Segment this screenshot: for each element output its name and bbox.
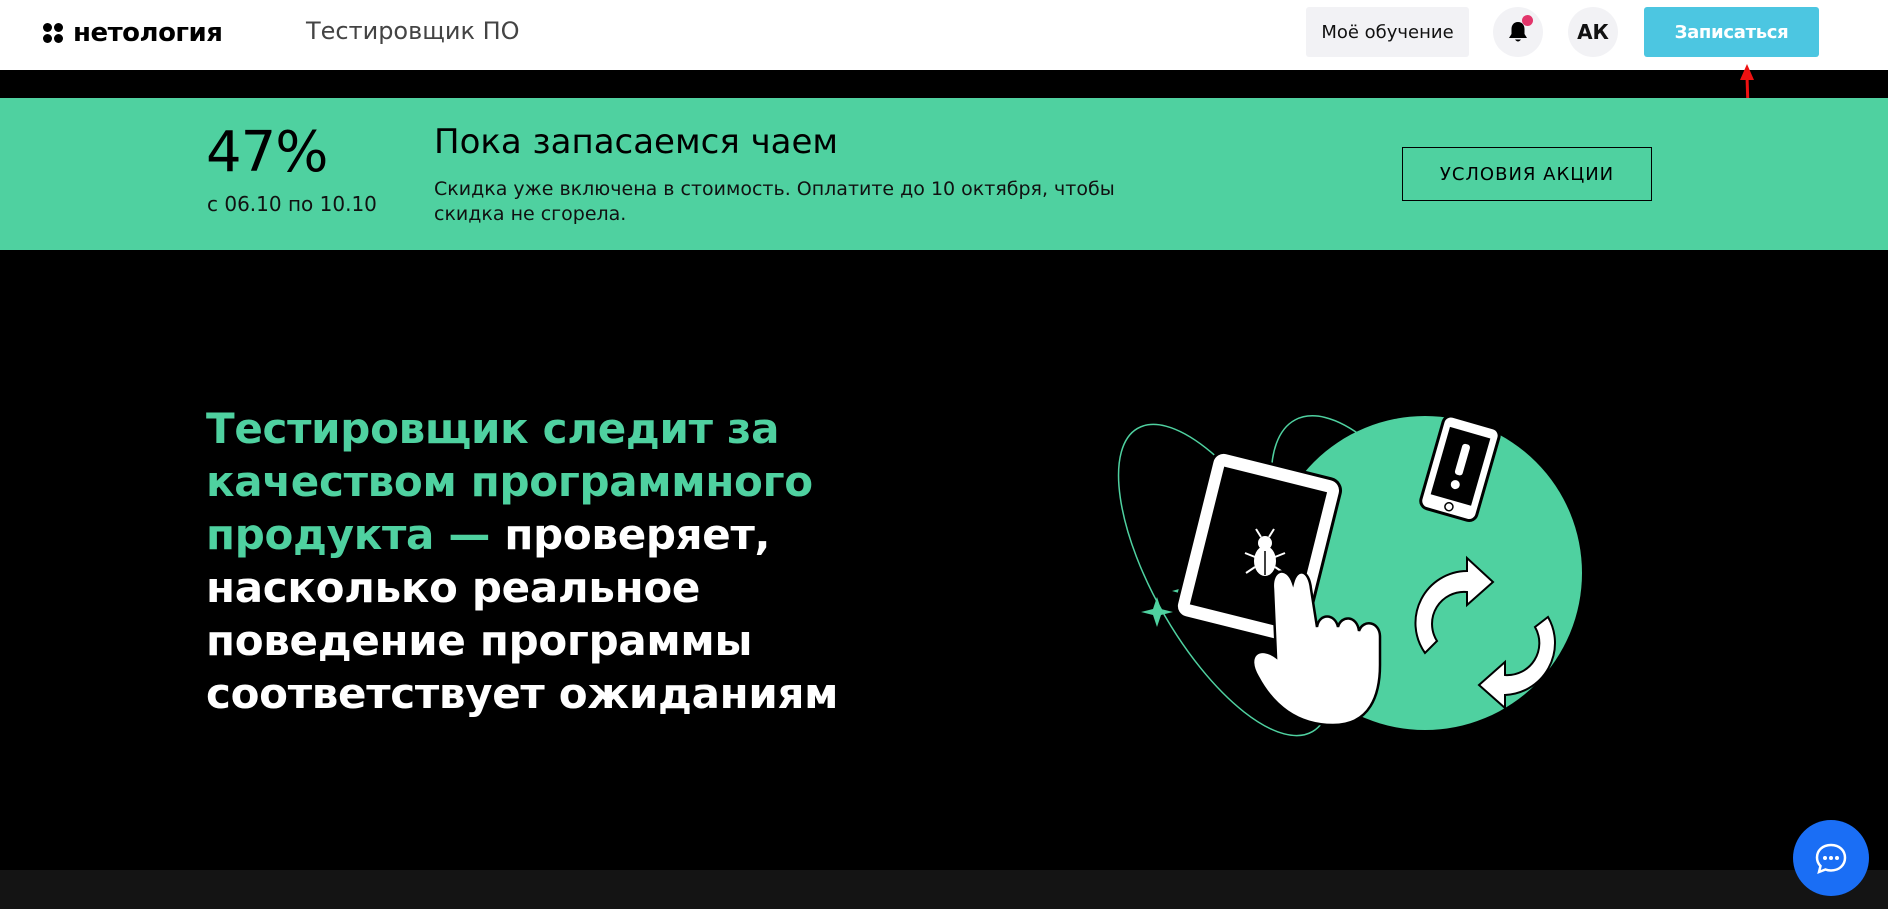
- hero-heading: Тестировщик следит за качеством программ…: [206, 402, 966, 720]
- next-section-strip: [0, 870, 1888, 909]
- enroll-button[interactable]: Записаться: [1644, 7, 1819, 57]
- chat-icon: [1815, 843, 1847, 875]
- chat-button[interactable]: [1793, 820, 1869, 896]
- notifications-button[interactable]: [1493, 7, 1543, 57]
- promo-banner: 47% с 06.10 по 10.10 Пока запасаемся чае…: [0, 98, 1888, 250]
- top-header: нетология Тестировщик ПО Моё обучение АК…: [0, 0, 1888, 70]
- avatar[interactable]: АК: [1568, 7, 1618, 57]
- testing-illustration: [1117, 414, 1582, 737]
- promo-description: Скидка уже включена в стоимость. Оплатит…: [434, 178, 1115, 225]
- logo-icon: [43, 23, 63, 43]
- promo-title: Пока запасаемся чаем: [434, 122, 839, 162]
- discount-percent: 47%: [206, 120, 328, 185]
- discount-dates: с 06.10 по 10.10: [207, 192, 377, 216]
- notification-dot: [1522, 15, 1533, 26]
- my-learning-button[interactable]: Моё обучение: [1306, 7, 1469, 57]
- course-title: Тестировщик ПО: [306, 17, 520, 45]
- logo-text: нетология: [73, 18, 223, 48]
- promo-terms-button[interactable]: УСЛОВИЯ АКЦИИ: [1402, 147, 1652, 201]
- logo[interactable]: нетология: [43, 18, 223, 48]
